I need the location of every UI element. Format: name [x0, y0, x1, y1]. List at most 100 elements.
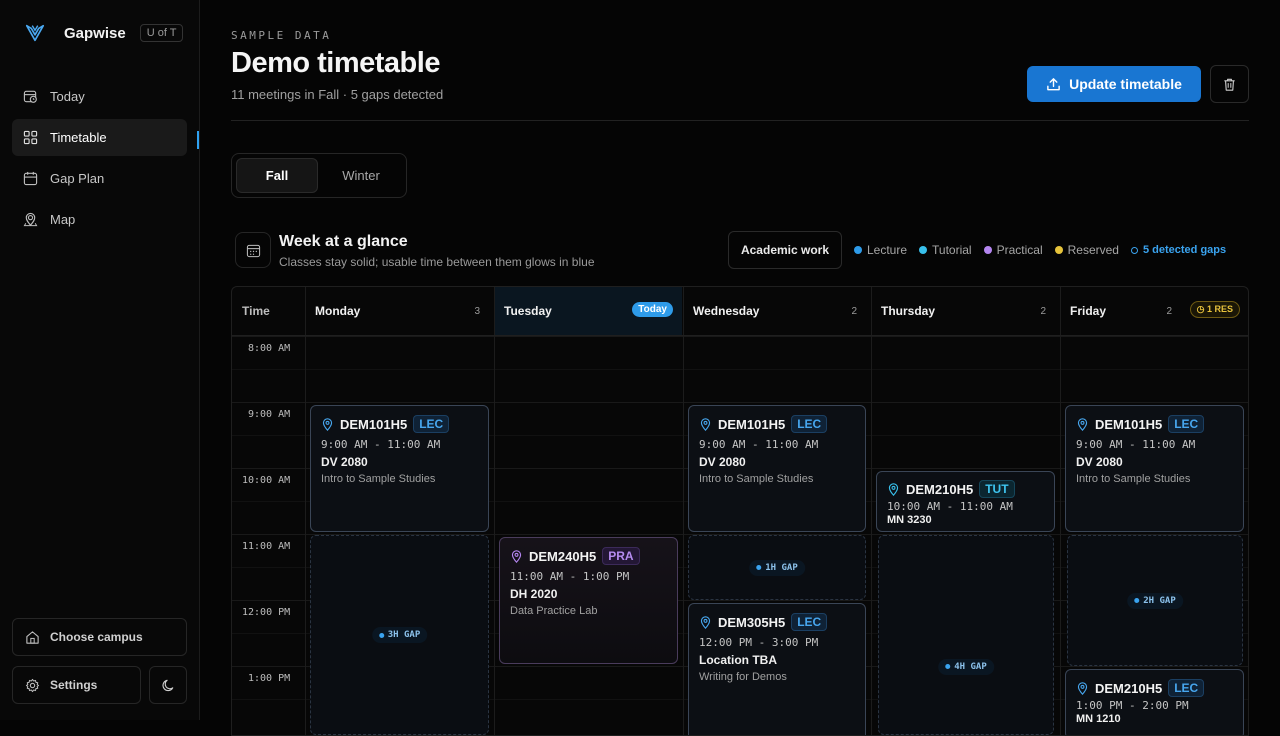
legend-label: Reserved — [1067, 243, 1119, 257]
upload-icon — [1047, 77, 1060, 90]
legend-label: Lecture — [867, 243, 908, 257]
grid-icon — [23, 130, 38, 145]
update-timetable-button[interactable]: Update timetable — [1027, 66, 1201, 102]
choose-campus-label: Choose campus — [50, 630, 143, 644]
sidebar-item-timetable[interactable]: Timetable — [12, 119, 187, 156]
choose-campus-button[interactable]: Choose campus — [12, 618, 187, 656]
meeting-time: 9:00 AM - 11:00 AM — [1076, 438, 1196, 451]
course-code: DEM210H5 — [906, 481, 974, 497]
column-divider — [871, 287, 872, 735]
sidebar-item-today[interactable]: Today — [12, 78, 187, 115]
brand[interactable]: Gapwise U of T — [24, 22, 184, 44]
row-divider — [232, 369, 1248, 370]
location-pin-icon — [888, 482, 899, 496]
day-count: 2 — [851, 305, 857, 317]
gap-block-thursday[interactable]: 4H GAP — [878, 535, 1054, 735]
meeting-room: MN 3230 — [887, 514, 932, 526]
gap-badge: 1H GAP — [749, 559, 805, 576]
event-card-dem305-wednesday[interactable]: DEM305H5 LEC 12:00 PM - 3:00 PM Location … — [688, 603, 866, 735]
week-calendar-icon-box — [235, 232, 271, 268]
gear-icon — [25, 678, 40, 692]
course-name: Intro to Sample Studies — [699, 473, 814, 485]
day-header-wednesday: Wednesday 2 — [683, 287, 871, 336]
day-name: Monday — [315, 304, 361, 318]
week-title: Week at a glance — [279, 233, 408, 250]
tab-fall[interactable]: Fall — [236, 158, 319, 193]
meeting-type-badge: LEC — [791, 613, 828, 631]
trash-icon — [1224, 78, 1235, 91]
event-card-dem101-monday[interactable]: DEM101H5 LEC 9:00 AM - 11:00 AM DV 2080 I… — [310, 405, 489, 532]
calendar-clock-icon — [23, 90, 37, 103]
tab-winter[interactable]: Winter — [320, 158, 402, 193]
row-divider — [232, 336, 1248, 337]
row-divider — [232, 402, 1248, 403]
meeting-room: MN 1210 — [1076, 713, 1121, 725]
legend-gaps: 5 detected gaps — [1130, 244, 1227, 256]
meeting-type-badge: LEC — [413, 415, 450, 433]
sidebar-item-label: Today — [50, 89, 85, 104]
meeting-type-badge: LEC — [1168, 679, 1205, 697]
sidebar-item-map[interactable]: Map — [12, 201, 187, 238]
meeting-type-badge: LEC — [1168, 415, 1205, 433]
day-count: 2 — [1166, 305, 1172, 317]
time-column-header: Time — [232, 287, 305, 336]
meeting-time: 9:00 AM - 11:00 AM — [321, 438, 441, 451]
time-label: 11:00 AM — [242, 541, 291, 552]
day-header-friday: Friday 2 ◷ 1 RES — [1060, 287, 1248, 336]
gap-block-monday[interactable]: 3H GAP — [310, 535, 489, 735]
event-card-dem101-friday[interactable]: DEM101H5 LEC 9:00 AM - 11:00 AM DV 2080 I… — [1065, 405, 1244, 532]
event-card-dem210-friday[interactable]: DEM210H5 LEC 1:00 PM - 2:00 PM MN 1210 — [1065, 669, 1244, 735]
column-divider — [683, 287, 684, 735]
academic-work-button[interactable]: Academic work — [728, 231, 842, 269]
legend-label: Practical — [996, 243, 1043, 257]
settings-button[interactable]: Settings — [12, 666, 141, 704]
course-code: DEM101H5 — [1095, 416, 1163, 432]
course-code: DEM101H5 — [340, 416, 408, 432]
legend-label: 5 detected gaps — [1142, 244, 1227, 256]
week-calendar-grid: Time Monday 3 Tuesday Today Wednesday 2 Thu… — [231, 286, 1249, 736]
location-pin-icon — [700, 615, 711, 629]
brand-name: Gapwise — [64, 24, 126, 42]
course-name: Intro to Sample Studies — [1076, 473, 1191, 485]
event-card-dem101-wednesday[interactable]: DEM101H5 LEC 9:00 AM - 11:00 AM DV 2080 I… — [688, 405, 866, 532]
event-card-dem210-thursday[interactable]: DEM210H5 TUT 10:00 AM - 11:00 AM MN 3230 — [876, 471, 1055, 532]
gap-label: 3H GAP — [387, 630, 421, 640]
event-card-dem240-tuesday[interactable]: DEM240H5 PRA 11:00 AM - 1:00 PM DH 2020 D… — [499, 537, 678, 664]
column-divider — [305, 287, 306, 735]
column-divider — [494, 287, 495, 735]
gap-block-wednesday[interactable]: 1H GAP — [688, 535, 866, 600]
day-header-thursday: Thursday 2 — [871, 287, 1060, 336]
gap-label: 2H GAP — [1143, 595, 1176, 606]
header-divider — [231, 120, 1249, 121]
update-timetable-label: Update timetable — [1069, 76, 1182, 92]
meeting-room: DV 2080 — [1076, 455, 1123, 469]
day-name: Friday — [1070, 304, 1107, 318]
gap-badge: 4H GAP — [938, 658, 994, 675]
theme-toggle-button[interactable] — [149, 666, 187, 704]
delete-timetable-button[interactable] — [1210, 65, 1249, 103]
sidebar-item-gap-plan[interactable]: Gap Plan — [12, 160, 187, 197]
course-code: DEM210H5 — [1095, 680, 1163, 696]
gap-badge: 3H GAP — [371, 627, 428, 643]
meeting-type-badge: LEC — [791, 415, 828, 433]
sidebar-item-label: Gap Plan — [50, 171, 105, 186]
gap-dot — [1134, 598, 1140, 603]
gap-block-friday[interactable]: 2H GAP — [1067, 535, 1243, 666]
legend-reserved: Reserved — [1054, 243, 1119, 257]
gap-label: 1H GAP — [765, 562, 798, 573]
sidebar-item-label: Timetable — [50, 130, 107, 145]
time-label: 1:00 PM — [248, 673, 291, 684]
settings-label: Settings — [50, 678, 98, 692]
location-pin-icon — [1077, 681, 1088, 695]
course-code: DEM305H5 — [718, 614, 786, 630]
meeting-time: 1:00 PM - 2:00 PM — [1076, 699, 1189, 712]
meeting-room: DH 2020 — [510, 587, 558, 601]
column-divider — [1060, 287, 1061, 735]
day-name: Thursday — [881, 304, 936, 318]
legend-tutorial: Tutorial — [919, 243, 972, 257]
today-badge: Today — [632, 302, 673, 317]
map-pin-icon — [23, 212, 38, 227]
legend-label: Tutorial — [932, 243, 972, 257]
location-pin-icon — [700, 417, 711, 431]
time-label: 12:00 PM — [242, 607, 291, 618]
